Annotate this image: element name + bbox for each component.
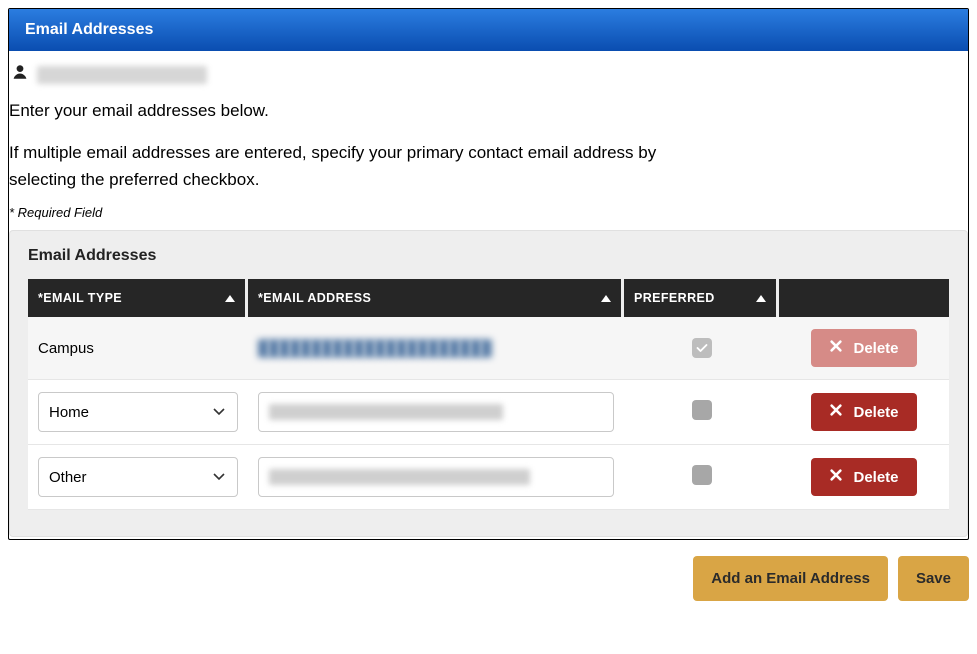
email-address-redacted bbox=[269, 404, 503, 420]
user-icon bbox=[11, 63, 29, 86]
email-type-select[interactable]: Other bbox=[38, 457, 238, 497]
preferred-checkbox[interactable] bbox=[692, 465, 712, 485]
sort-ascending-icon bbox=[601, 295, 611, 302]
delete-button[interactable]: Delete bbox=[811, 393, 916, 431]
close-icon bbox=[829, 403, 843, 421]
panel-title: Email Addresses bbox=[9, 9, 968, 51]
preferred-checkbox-locked bbox=[692, 338, 712, 358]
intro-line1: Enter your email addresses below. bbox=[9, 92, 699, 128]
col-header-email-type-label: *EMAIL TYPE bbox=[38, 291, 122, 305]
required-field-note: * Required Field bbox=[9, 197, 968, 230]
email-address-readonly-redacted: ██████████████████████ bbox=[258, 340, 492, 357]
add-email-button[interactable]: Add an Email Address bbox=[693, 556, 888, 601]
table-row: Home bbox=[28, 380, 949, 445]
sort-ascending-icon bbox=[756, 295, 766, 302]
col-header-preferred[interactable]: PREFERRED bbox=[624, 279, 779, 317]
email-address-input[interactable] bbox=[258, 457, 614, 497]
email-table: *EMAIL TYPE *EMAIL ADDRESS bbox=[28, 279, 949, 510]
user-name-redacted bbox=[37, 66, 207, 84]
save-button[interactable]: Save bbox=[898, 556, 969, 601]
col-header-preferred-label: PREFERRED bbox=[634, 291, 715, 305]
table-row: Other bbox=[28, 445, 949, 510]
table-row: Campus ██████████████████████ bbox=[28, 317, 949, 380]
email-addresses-panel: Email Addresses Enter your email address… bbox=[8, 8, 969, 540]
col-header-email-address-label: *EMAIL ADDRESS bbox=[258, 291, 371, 305]
col-header-email-address[interactable]: *EMAIL ADDRESS bbox=[248, 279, 624, 317]
close-icon bbox=[829, 339, 843, 357]
email-type-readonly: Campus bbox=[38, 340, 94, 357]
preferred-checkbox[interactable] bbox=[692, 400, 712, 420]
email-address-input[interactable] bbox=[258, 392, 614, 432]
delete-button-label: Delete bbox=[853, 469, 898, 486]
delete-button-label: Delete bbox=[853, 404, 898, 421]
email-type-select[interactable]: Home bbox=[38, 392, 238, 432]
email-address-redacted bbox=[269, 469, 530, 485]
user-row bbox=[9, 61, 968, 92]
intro-line2: If multiple email addresses are entered,… bbox=[9, 134, 699, 197]
panel-body: Enter your email addresses below. If mul… bbox=[9, 51, 968, 539]
delete-button: Delete bbox=[811, 329, 916, 367]
delete-button[interactable]: Delete bbox=[811, 458, 916, 496]
col-header-actions bbox=[779, 279, 949, 317]
footer-actions: Add an Email Address Save bbox=[8, 540, 969, 609]
delete-button-label: Delete bbox=[853, 340, 898, 357]
email-table-card: Email Addresses *EMAIL TYPE bbox=[9, 230, 968, 537]
sort-ascending-icon bbox=[225, 295, 235, 302]
close-icon bbox=[829, 468, 843, 486]
card-title: Email Addresses bbox=[10, 231, 967, 279]
col-header-email-type[interactable]: *EMAIL TYPE bbox=[28, 279, 248, 317]
